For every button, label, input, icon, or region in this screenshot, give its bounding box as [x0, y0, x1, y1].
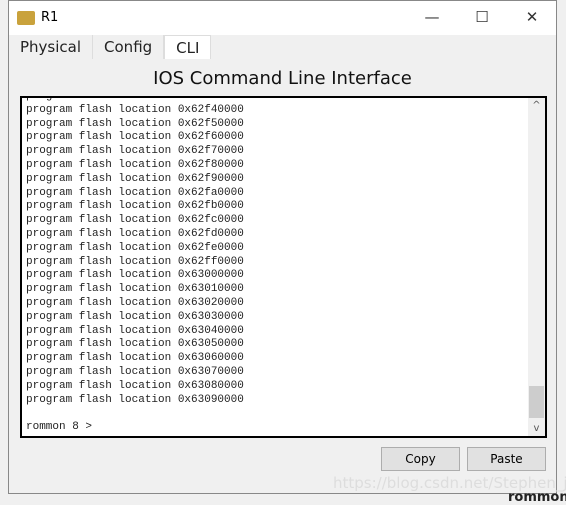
copy-button[interactable]: Copy	[381, 447, 460, 471]
cli-panel: IOS Command Line Interface program flash…	[9, 59, 556, 493]
close-button[interactable]: ✕	[509, 1, 555, 34]
tab-physical[interactable]: Physical	[9, 35, 94, 59]
tab-cli[interactable]: CLI	[164, 35, 212, 59]
background-text: rommon	[508, 490, 566, 505]
chevron-down-icon[interactable]: v	[528, 423, 545, 434]
minimize-button[interactable]: —	[409, 1, 455, 34]
router-window: R1 — ☐ ✕ Physical Config CLI IOS Command…	[8, 0, 557, 494]
paste-button[interactable]: Paste	[467, 447, 546, 471]
chevron-up-icon[interactable]: ^	[528, 100, 545, 111]
page-title: IOS Command Line Interface	[153, 68, 412, 89]
tab-bar: Physical Config CLI	[9, 35, 556, 59]
title-bar[interactable]: R1 — ☐ ✕	[9, 1, 556, 34]
window-title: R1	[41, 10, 59, 25]
maximize-button[interactable]: ☐	[459, 1, 505, 34]
vertical-scrollbar[interactable]: ^ v	[528, 98, 545, 436]
tab-config[interactable]: Config	[93, 35, 165, 59]
scrollbar-thumb[interactable]	[529, 386, 544, 418]
cli-terminal[interactable]: program flash location 0x62f30000 progra…	[20, 96, 547, 438]
router-icon	[17, 10, 35, 25]
terminal-output[interactable]: program flash location 0x62f30000 progra…	[26, 98, 244, 435]
